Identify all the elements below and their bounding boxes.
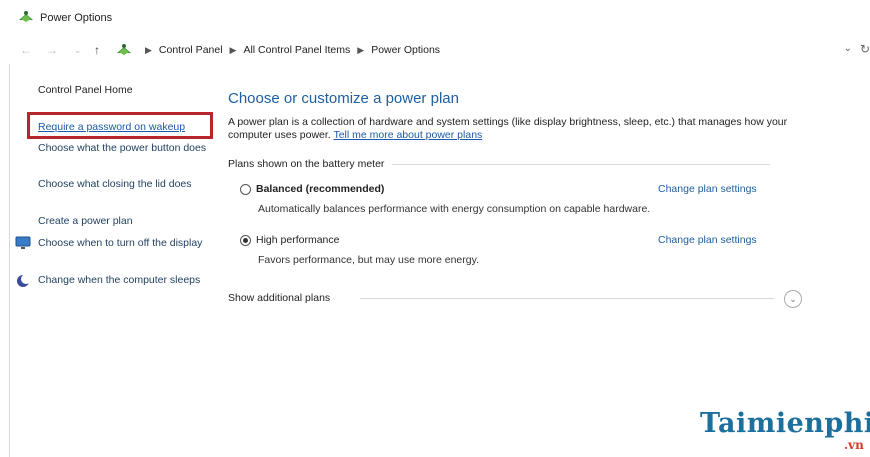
navigation-bar: ← → ⌄ ↑ ▶ Control Panel ▶ All Control Pa… [0,38,870,64]
radio-high-performance[interactable] [240,235,251,246]
sidebar-item-create-plan[interactable]: Create a power plan [38,215,208,228]
up-arrow-icon[interactable]: ↑ [94,41,100,59]
power-options-icon [19,11,33,22]
sidebar-item-computer-sleeps[interactable]: Change when the computer sleeps [38,274,208,287]
additional-plans[interactable]: Show additional plans ⌄ [228,290,802,308]
address-dropdown-icon[interactable]: ⌄ [844,43,852,54]
main-content: Choose or customize a power plan A power… [214,64,870,457]
chevron-down-circle-icon[interactable]: ⌄ [784,290,802,308]
chevron-right-icon[interactable]: ▶ [230,45,237,56]
additional-plans-label[interactable]: Show additional plans [228,292,330,304]
window-title: Power Options [40,12,113,24]
chevron-right-icon[interactable]: ▶ [357,45,364,56]
refresh-icon[interactable]: ↻ [860,42,870,56]
plan-description-high-performance: Favors performance, but may use more ene… [258,254,479,266]
page-title: Choose or customize a power plan [228,90,459,107]
additional-plans-divider [360,298,774,299]
monitor-icon [15,236,31,249]
sidebar-item-require-password[interactable]: Require a password on wakeup [38,121,208,134]
section-label: Plans shown on the battery meter [228,158,385,170]
radio-balanced[interactable] [240,184,251,195]
sidebar-item-control-panel-home[interactable]: Control Panel Home [38,84,133,96]
watermark-logo: Taimienphi .vn [700,408,870,454]
breadcrumb-power-options[interactable]: Power Options [371,44,440,56]
section-divider [392,163,770,165]
breadcrumb: ▶ Control Panel ▶ All Control Panel Item… [138,44,440,56]
address-bar[interactable]: ▶ Control Panel ▶ All Control Panel Item… [114,41,858,61]
watermark-main: Taimienphi [700,408,870,439]
plan-description-balanced: Automatically balances performance with … [258,203,651,215]
sidebar-item-turn-off-display[interactable]: Choose when to turn off the display [38,237,208,250]
plan-name-balanced[interactable]: Balanced (recommended) [256,183,384,195]
learn-more-link[interactable]: Tell me more about power plans [333,129,482,141]
plan-name-high-performance[interactable]: High performance [256,234,339,246]
sidebar-item-power-button[interactable]: Choose what the power button does [38,142,208,155]
title-bar: Power Options [0,0,870,38]
back-arrow-icon[interactable]: ← [20,41,32,59]
control-panel-icon [117,44,131,55]
sidebar-item-closing-lid[interactable]: Choose what closing the lid does [38,178,208,191]
intro-text: A power plan is a collection of hardware… [228,116,788,142]
change-plan-settings-balanced[interactable]: Change plan settings [658,183,757,195]
breadcrumb-all-items[interactable]: All Control Panel Items [243,44,350,56]
breadcrumb-control-panel[interactable]: Control Panel [159,44,223,56]
change-plan-settings-high-performance[interactable]: Change plan settings [658,234,757,246]
section-header: Plans shown on the battery meter [228,158,770,170]
intro-description: A power plan is a collection of hardware… [228,116,788,141]
moon-icon [17,274,31,287]
forward-arrow-icon[interactable]: → [46,41,58,59]
chevron-right-icon: ▶ [145,44,152,55]
chevron-down-icon[interactable]: ⌄ [74,41,82,59]
watermark-sub: .vn [844,438,864,452]
sidebar: Control Panel Home Require a password on… [0,64,214,457]
